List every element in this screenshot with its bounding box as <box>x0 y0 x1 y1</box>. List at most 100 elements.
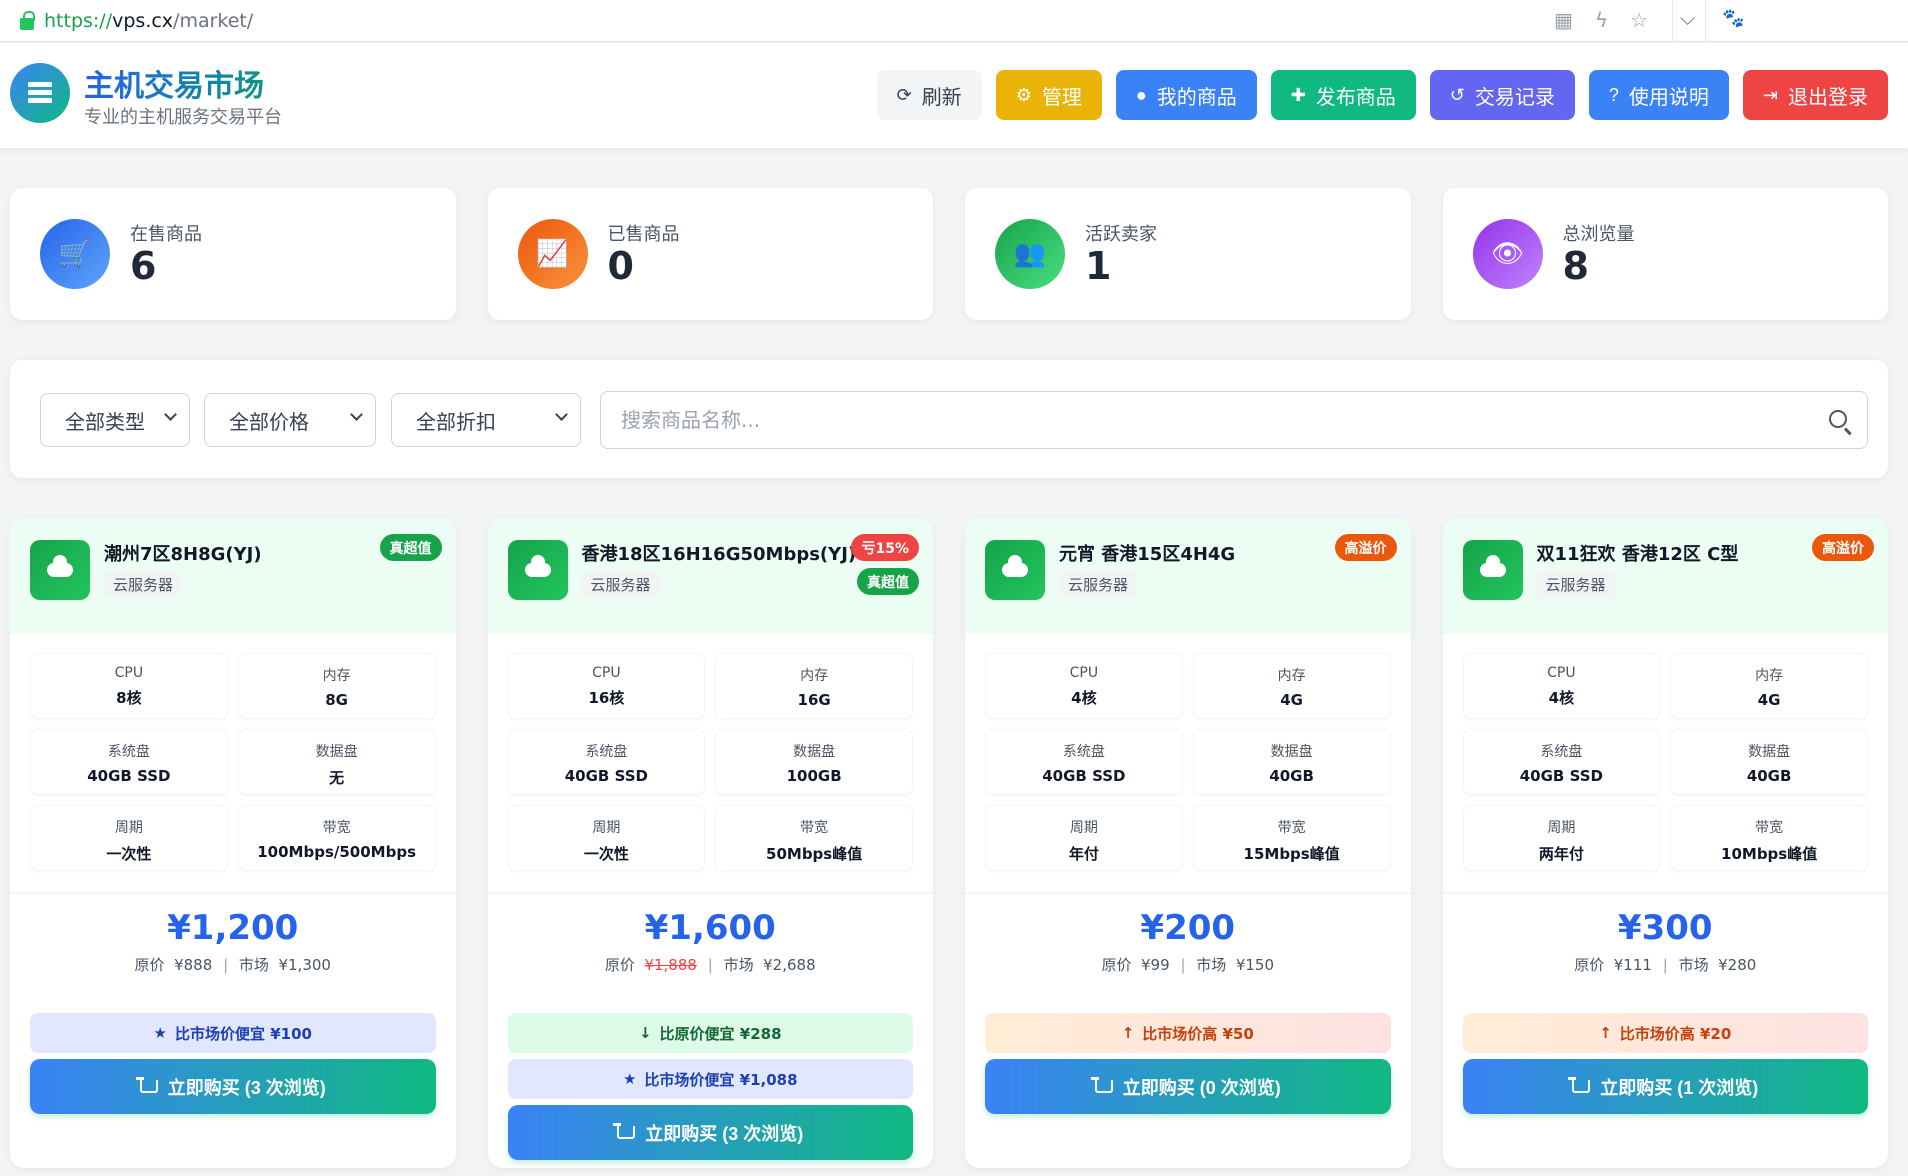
spec-label: 系统盘 <box>585 744 628 760</box>
buy-now-button[interactable]: 立即购买 (0 次浏览) <box>985 1059 1391 1114</box>
badge-group: 高溢价 <box>1812 534 1874 561</box>
discount-filter-select[interactable]: 全部折扣 <box>391 393 581 447</box>
product-badge: 高溢价 <box>1334 534 1397 561</box>
spec-cell: 带宽 10Mbps峰值 <box>1670 805 1868 871</box>
user-icon: ● <box>1135 84 1147 105</box>
stats-row: 🛒 在售商品 6 📈 已售商品 0 👥 活跃卖家 1 👁 总浏览量 8 <box>10 188 1888 320</box>
spec-cell: 数据盘 100GB <box>715 729 913 795</box>
price-meta: 原价 ¥888 | 市场 ¥1,300 <box>134 956 331 974</box>
spec-grid: CPU 4核 内存 4G 系统盘 40GB SSD 数据盘 40GB 周期 年付… <box>985 653 1391 871</box>
chevron-down-icon <box>555 408 568 421</box>
spec-label: 周期 <box>592 820 621 836</box>
buy-now-button[interactable]: 立即购买 (3 次浏览) <box>507 1105 913 1160</box>
spec-value: 40GB SSD <box>564 767 648 785</box>
spec-value: 15Mbps峰值 <box>1243 845 1340 863</box>
spec-value: 100Mbps/500Mbps <box>257 843 416 861</box>
product-card: 元宵 香港15区4H4G 云服务器 高溢价 CPU 4核 内存 4G 系统盘 4… <box>965 518 1411 1168</box>
spec-grid: CPU 16核 内存 16G 系统盘 40GB SSD 数据盘 100GB 周期… <box>507 653 913 871</box>
spec-cell: 内存 8G <box>237 653 436 719</box>
spec-label: 数据盘 <box>1748 744 1791 760</box>
spec-value: 一次性 <box>106 845 152 863</box>
spec-label: CPU <box>592 665 621 681</box>
spec-cell: 数据盘 无 <box>237 729 436 795</box>
site-subtitle: 专业的主机服务交易平台 <box>84 107 282 128</box>
paw-icon[interactable]: 🐾 <box>1722 8 1744 29</box>
product-price: ¥1,200 <box>167 908 299 948</box>
original-price: ¥99 <box>1141 956 1170 974</box>
card-header: 香港18区16H16G50Mbps(YJ) 云服务器 亏15% 真超值 <box>487 518 933 634</box>
buy-now-button[interactable]: 立即购买 (3 次浏览) <box>30 1059 436 1114</box>
product-title[interactable]: 香港18区16H16G50Mbps(YJ) <box>582 540 857 566</box>
spec-value: 40GB SSD <box>1042 767 1126 785</box>
product-type-tag: 云服务器 <box>1059 572 1138 597</box>
manage-button[interactable]: ⚙ 管理 <box>995 70 1102 120</box>
type-filter-select[interactable]: 全部类型 <box>40 393 190 447</box>
price-compare-tag: ★ 比市场价便宜 ¥100 <box>30 1013 436 1053</box>
divider <box>965 892 1411 894</box>
card-header: 双11狂欢 香港12区 C型 云服务器 高溢价 <box>1442 518 1888 634</box>
spec-label: 带宽 <box>800 820 829 836</box>
my-products-button[interactable]: ● 我的商品 <box>1115 70 1257 120</box>
spec-cell: CPU 8核 <box>30 653 228 719</box>
buy-now-button[interactable]: 立即购买 (1 次浏览) <box>1462 1059 1868 1114</box>
cloud-icon <box>30 540 90 600</box>
original-price: ¥1,888 <box>644 956 697 974</box>
star-icon[interactable]: ☆ <box>1630 8 1648 32</box>
chevron-down-icon <box>164 408 177 421</box>
chart-icon: 📈 <box>517 219 588 289</box>
spec-label: 内存 <box>322 668 351 684</box>
cart-icon: 🛒 <box>40 219 110 289</box>
spec-cell: CPU 4核 <box>985 653 1183 719</box>
spec-value: 10Mbps峰值 <box>1721 845 1818 863</box>
chevron-down-icon[interactable]: ⌵ <box>1680 6 1695 30</box>
divider <box>10 892 456 894</box>
spec-label: 周期 <box>114 820 143 836</box>
spec-cell: 带宽 50Mbps峰值 <box>715 805 913 871</box>
spec-value: 4核 <box>1071 689 1097 707</box>
help-button[interactable]: ? 使用说明 <box>1588 70 1729 120</box>
search-icon[interactable] <box>1829 410 1847 428</box>
spec-label: CPU <box>1069 665 1099 681</box>
header-nav: ⟳ 刷新 ⚙ 管理 ● 我的商品 ✚ 发布商品 ↺ 交易记录 ? 使用说明 ⇥ 退出登录 <box>876 70 1888 120</box>
price-filter-select[interactable]: 全部价格 <box>204 393 376 447</box>
qr-code-icon[interactable]: ▦ <box>1554 8 1573 32</box>
filter-bar: 全部类型 全部价格 全部折扣 <box>10 360 1888 478</box>
trade-records-button[interactable]: ↺ 交易记录 <box>1429 70 1575 120</box>
stat-card-on-sale: 🛒 在售商品 6 <box>10 188 456 320</box>
product-title[interactable]: 潮州7区8H8G(YJ) <box>104 540 262 566</box>
spec-value: 4核 <box>1548 689 1575 707</box>
product-title[interactable]: 双11狂欢 香港12区 C型 <box>1537 540 1739 566</box>
price-meta: 原价 ¥111 | 市场 ¥280 <box>1574 956 1757 974</box>
site-title: 主机交易市场 <box>84 61 264 105</box>
card-header: 元宵 香港15区4H4G 云服务器 高溢价 <box>965 518 1411 634</box>
publish-product-button[interactable]: ✚ 发布商品 <box>1270 70 1416 120</box>
users-icon: 👥 <box>995 219 1065 289</box>
spec-label: 系统盘 <box>1062 744 1105 760</box>
product-type-tag: 云服务器 <box>581 572 660 597</box>
product-type-tag: 云服务器 <box>104 572 183 597</box>
spec-value: 16核 <box>588 689 625 707</box>
spec-cell: 周期 一次性 <box>30 805 228 871</box>
refresh-button[interactable]: ⟳ 刷新 <box>876 70 982 120</box>
spec-value: 两年付 <box>1538 845 1584 863</box>
spec-cell: 系统盘 40GB SSD <box>1462 729 1661 795</box>
logout-button[interactable]: ⇥ 退出登录 <box>1742 70 1888 120</box>
arrow-up-icon: ↑ <box>1599 1024 1612 1042</box>
lightning-icon[interactable]: ϟ <box>1595 8 1608 32</box>
spec-cell: 系统盘 40GB SSD <box>30 729 228 795</box>
lock-icon <box>20 10 35 30</box>
badge-group: 高溢价 <box>1334 534 1397 561</box>
spec-cell: 内存 16G <box>715 653 913 719</box>
price-compare-tag: ★ 比市场价便宜 ¥1,088 <box>507 1059 913 1099</box>
star-icon: ★ <box>153 1024 167 1042</box>
product-title[interactable]: 元宵 香港15区4H4G <box>1059 540 1235 566</box>
product-badge: 亏15% <box>851 534 919 561</box>
spec-label: 数据盘 <box>1270 744 1313 760</box>
product-grid: 潮州7区8H8G(YJ) 云服务器 真超值 CPU 8核 内存 8G 系统盘 4… <box>10 518 1888 1168</box>
market-price: ¥2,688 <box>763 956 816 974</box>
product-price: ¥1,600 <box>644 908 776 948</box>
url-bar[interactable]: https://vps.cx/market/ <box>44 10 253 32</box>
spec-label: 数据盘 <box>315 744 358 760</box>
search-input[interactable] <box>621 408 1801 432</box>
product-type-tag: 云服务器 <box>1536 572 1615 597</box>
